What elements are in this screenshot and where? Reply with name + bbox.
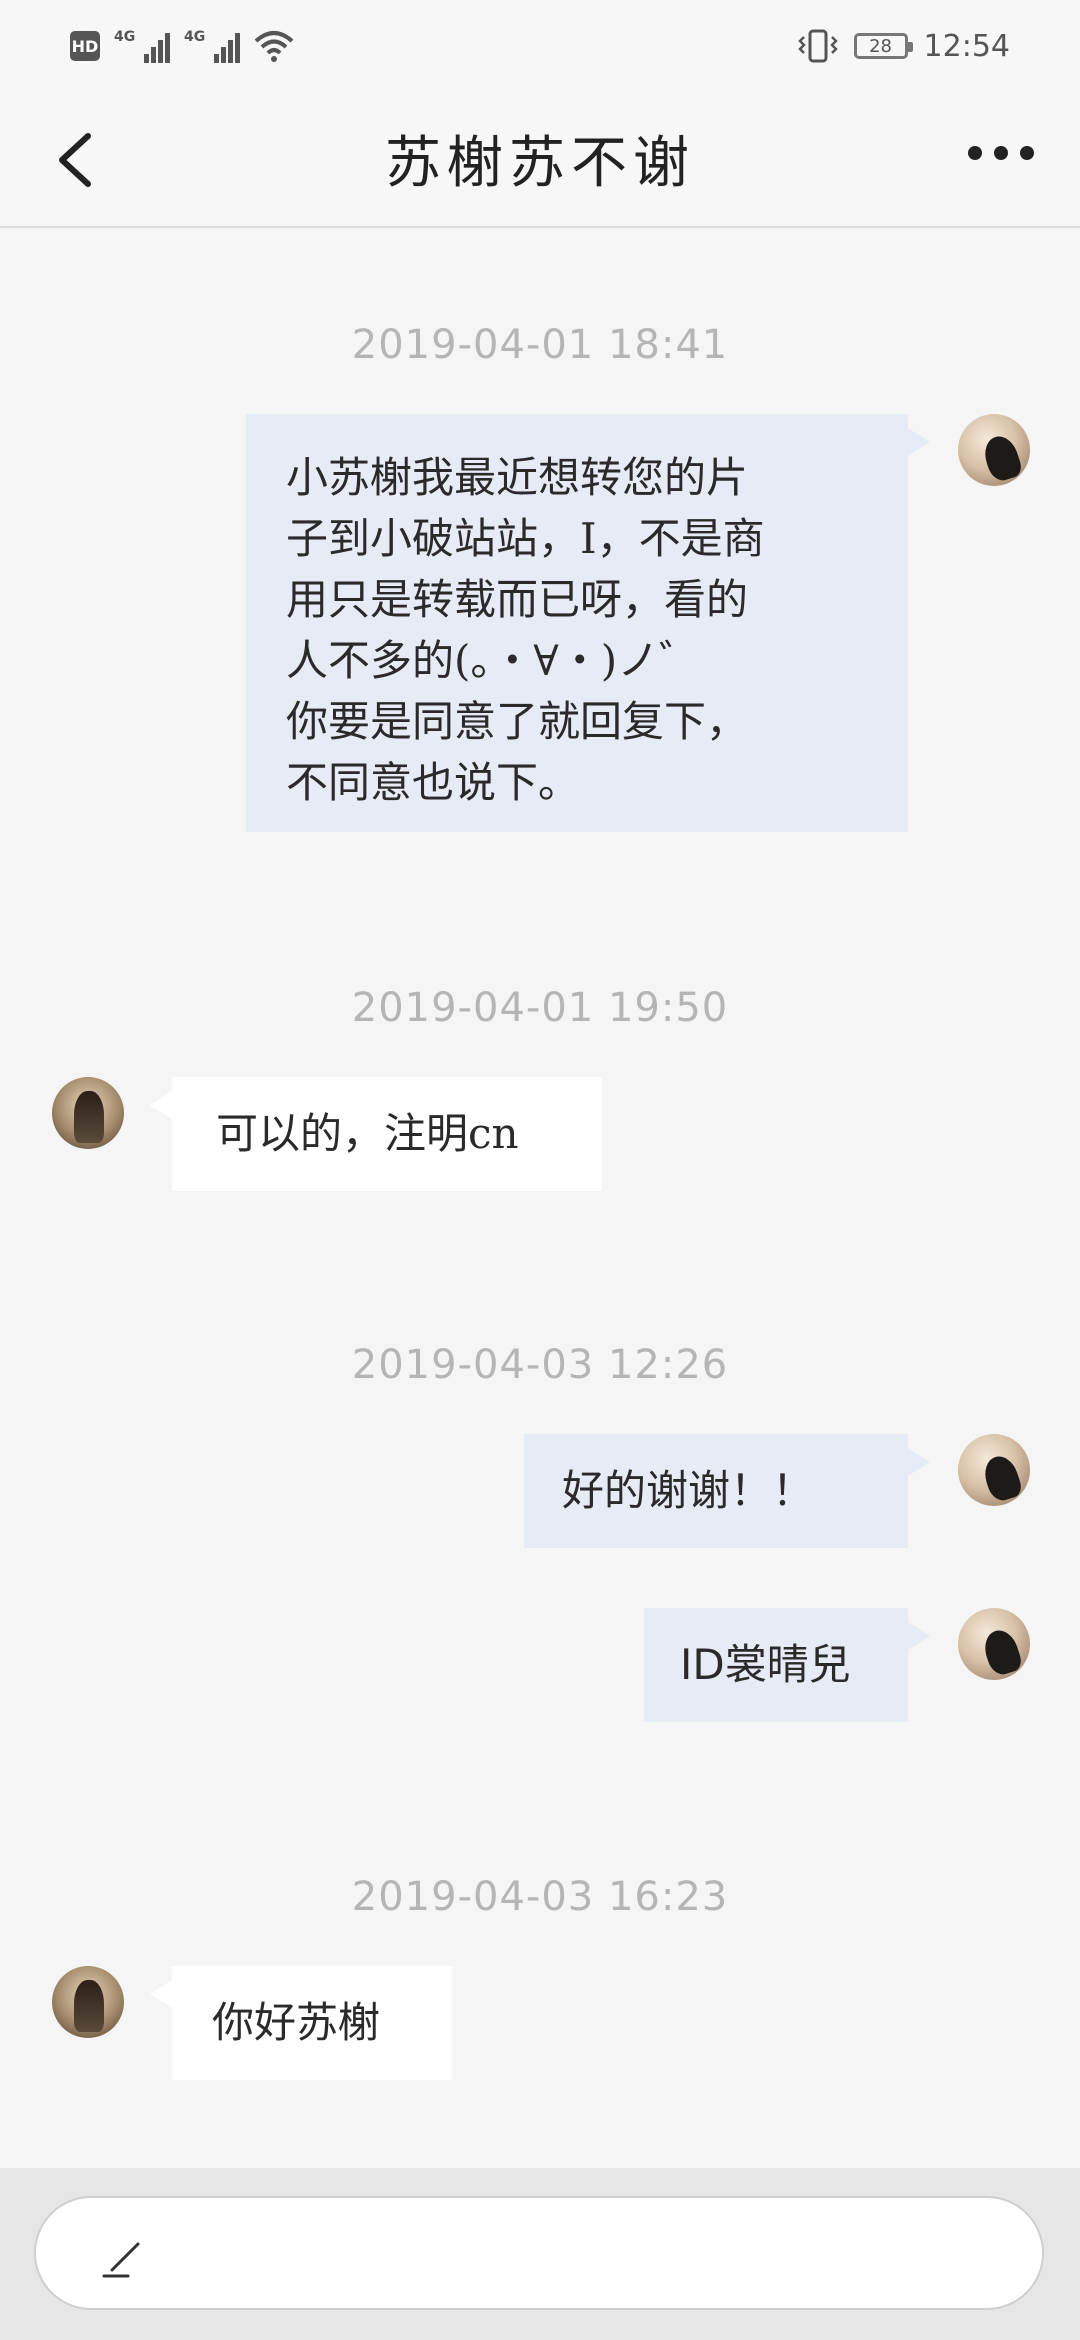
more-icon[interactable] [968, 146, 1034, 160]
signal-icon-sim2: 4G [184, 29, 240, 63]
chat-title: 苏榭苏不谢 [385, 131, 695, 196]
message-line: 人不多的(。・∀・)ノ゛ [286, 636, 702, 685]
message-bubble-received[interactable]: 可以的，注明cn [150, 1077, 602, 1191]
hd-badge: HD [70, 31, 100, 61]
message-line: 你好苏榭 [212, 1998, 381, 2047]
message-input[interactable] [34, 2196, 1044, 2310]
message-line: 用只是转载而已呀，看的 [286, 575, 749, 624]
avatar-contact[interactable] [52, 1966, 124, 2038]
status-right: 28 12:54 [797, 24, 1010, 68]
message-timestamp: 2019-04-03 12:26 [351, 1342, 729, 1388]
network-type-label: 4G [184, 29, 206, 45]
wifi-icon [254, 31, 294, 62]
avatar-self[interactable] [958, 1434, 1030, 1506]
status-left: HD 4G 4G [70, 24, 294, 68]
pen-icon [102, 2242, 140, 2278]
message-line: 不同意也说下。 [286, 758, 581, 807]
battery-icon: 28 [853, 33, 913, 59]
message-line: 可以的，注明cn [216, 1109, 519, 1158]
signal-icon-sim1: 4G [114, 29, 170, 63]
avatar-self[interactable] [958, 414, 1030, 486]
message-timestamp: 2019-04-03 16:23 [351, 1874, 729, 1920]
message-bubble-sent[interactable]: ID裳晴兒 [644, 1608, 930, 1722]
message-timestamp: 2019-04-01 18:41 [351, 322, 729, 368]
message-bubble-received[interactable]: 你好苏榭 [150, 1966, 452, 2080]
message-line: 小苏榭我最近想转您的片 [286, 453, 749, 502]
chat-header: 苏榭苏不谢 [0, 92, 1080, 228]
message-timestamp: 2019-04-01 19:50 [351, 985, 729, 1031]
vibrate-icon [797, 29, 838, 63]
avatar-self[interactable] [958, 1608, 1030, 1680]
message-line: 子到小破站站，I，不是商 [286, 514, 765, 563]
message-line: 好的谢谢！！ [562, 1466, 815, 1515]
avatar-contact[interactable] [52, 1077, 124, 1149]
input-bar [0, 2168, 1080, 2340]
network-type-label: 4G [114, 29, 136, 45]
message-line: ID裳晴兒 [680, 1640, 851, 1689]
clock: 12:54 [923, 28, 1010, 64]
message-bubble-sent[interactable]: 好的谢谢！！ [524, 1434, 930, 1548]
status-bar: HD 4G 4G 28 12:54 [0, 0, 1080, 92]
message-line: 你要是同意了就回复下， [286, 697, 749, 746]
message-bubble-sent[interactable]: 小苏榭我最近想转您的片 子到小破站站，I，不是商 用只是转载而已呀，看的 人不多… [246, 414, 930, 832]
